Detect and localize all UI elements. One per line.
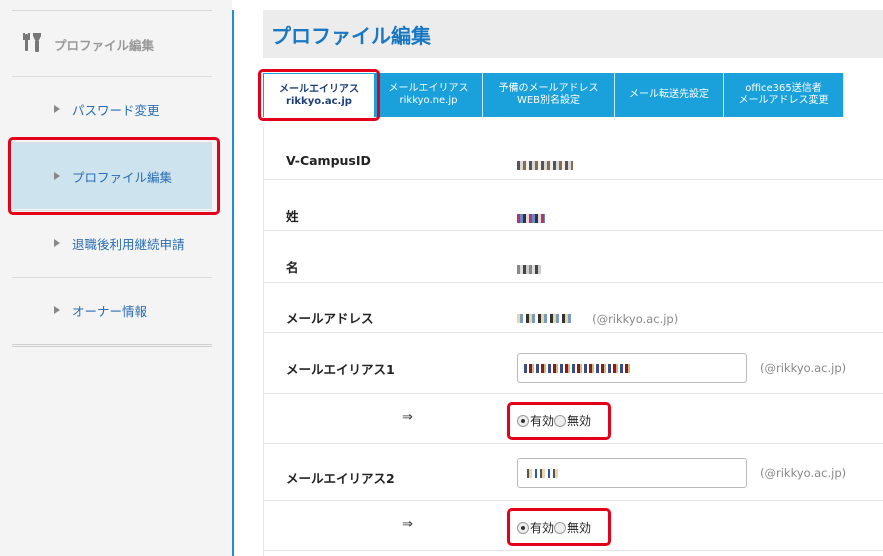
sidebar-divider — [12, 344, 212, 347]
triangle-right-icon — [54, 239, 60, 247]
tab-forwarding[interactable]: メール転送先設定 — [615, 73, 724, 117]
radio-label: 有効 — [530, 521, 555, 535]
alias2-enabled-radio[interactable] — [517, 521, 529, 534]
field-label: 姓 — [286, 209, 299, 224]
alias1-enabled-radio[interactable] — [517, 414, 529, 427]
tools-icon — [22, 31, 44, 57]
tab-label: メール転送先設定 — [629, 89, 709, 100]
title-bar: プロファイル編集 — [263, 10, 883, 58]
arrow-symbol: ⇒ — [402, 410, 413, 425]
alias1-domain: (@rikkyo.ac.jp) — [760, 361, 847, 375]
tab-alias-ac[interactable]: メールエイリアス rikkyo.ac.jp — [263, 73, 375, 117]
tab-label: WEB別名設定 — [516, 95, 581, 106]
sidebar-header-label: プロファイル編集 — [54, 37, 155, 53]
tab-label: メールエイリアス — [279, 83, 359, 95]
page-title: プロファイル編集 — [271, 24, 431, 48]
redacted-value — [517, 208, 545, 227]
redacted-value — [517, 155, 573, 174]
sidebar-divider — [12, 10, 212, 11]
sidebar-item-owner[interactable]: オーナー情報 — [12, 277, 212, 343]
sidebar-header: プロファイル編集 — [22, 30, 154, 58]
field-label: メールエイリアス2 — [286, 471, 395, 486]
row-vcampus: V-CampusID — [264, 127, 883, 180]
triangle-right-icon — [54, 306, 60, 314]
sidebar-item-label: パスワード変更 — [72, 102, 160, 118]
alias1-status-radios: 有効 無効 — [517, 412, 591, 429]
mail-value: (@rikkyo.ac.jp) — [517, 308, 678, 327]
alias2-input[interactable] — [517, 458, 747, 488]
redacted-value — [524, 364, 630, 373]
sidebar-item-label: オーナー情報 — [72, 303, 148, 319]
redacted-value — [517, 259, 541, 278]
mail-domain: (@rikkyo.ac.jp) — [592, 312, 679, 326]
sidebar: プロファイル編集 パスワード変更 プロファイル編集 退職後利用継続申請 オーナー… — [0, 0, 232, 556]
tab-label: 予備のメールアドレス — [498, 83, 599, 94]
row-mei: 名 — [264, 231, 883, 283]
tab-label: rikkyo.ac.jp — [286, 95, 352, 107]
row-alias2: メールエイリアス2 (@rikkyo.ac.jp) — [264, 444, 883, 501]
sidebar-item-password[interactable]: パスワード変更 — [12, 76, 212, 142]
sidebar-item-retirement[interactable]: 退職後利用継続申請 — [12, 210, 212, 276]
arrow-symbol: ⇒ — [402, 517, 413, 532]
row-alias1: メールエイリアス1 (@rikkyo.ac.jp) — [264, 333, 883, 394]
alias1-input[interactable] — [517, 353, 747, 383]
tab-label: office365送信者 — [745, 83, 822, 94]
triangle-right-icon — [54, 172, 60, 180]
tab-label: rikkyo.ne.jp — [399, 95, 458, 106]
alias2-disabled-radio[interactable] — [554, 521, 567, 534]
tab-label: メールアドレス変更 — [738, 95, 829, 106]
radio-label: 無効 — [567, 521, 592, 535]
alias2-domain: (@rikkyo.ac.jp) — [760, 466, 847, 480]
row-mail: メールアドレス (@rikkyo.ac.jp) — [264, 283, 883, 333]
radio-label: 有効 — [530, 414, 555, 428]
row-alias1-toggle: ⇒ 有効 無効 — [264, 394, 883, 444]
sidebar-item-label: プロファイル編集 — [72, 169, 173, 185]
alias1-disabled-radio[interactable] — [554, 414, 567, 427]
radio-label: 無効 — [567, 414, 592, 428]
field-label: メールエイリアス1 — [286, 362, 395, 377]
redacted-value — [524, 469, 558, 478]
tab-office365-sender[interactable]: office365送信者 メールアドレス変更 — [724, 73, 844, 117]
field-label: メールアドレス — [286, 311, 374, 326]
field-label: 名 — [286, 260, 299, 275]
row-sei: 姓 — [264, 180, 883, 231]
sidebar-border — [232, 10, 234, 556]
redacted-value — [517, 314, 573, 323]
triangle-right-icon — [54, 105, 60, 113]
tab-label: メールエイリアス — [388, 83, 469, 94]
sidebar-item-label: 退職後利用継続申請 — [72, 236, 185, 252]
tab-bar: メールエイリアス rikkyo.ac.jp メールエイリアス rikkyo.ne… — [263, 73, 883, 180]
field-label: V-CampusID — [286, 153, 371, 168]
profile-form: V-CampusID 姓 名 メールアドレス (@rikkyo.ac.jp) メ… — [263, 127, 883, 556]
row-alias2-toggle: ⇒ 有効 無効 — [264, 501, 883, 551]
alias2-status-radios: 有効 無効 — [517, 519, 591, 536]
main-panel: プロファイル編集 メールエイリアス rikkyo.ac.jp メールエイリアス … — [258, 10, 883, 556]
tab-spare-mail[interactable]: 予備のメールアドレス WEB別名設定 — [483, 73, 615, 117]
sidebar-item-profile[interactable]: プロファイル編集 — [12, 143, 212, 209]
tab-alias-ne[interactable]: メールエイリアス rikkyo.ne.jp — [375, 73, 483, 117]
